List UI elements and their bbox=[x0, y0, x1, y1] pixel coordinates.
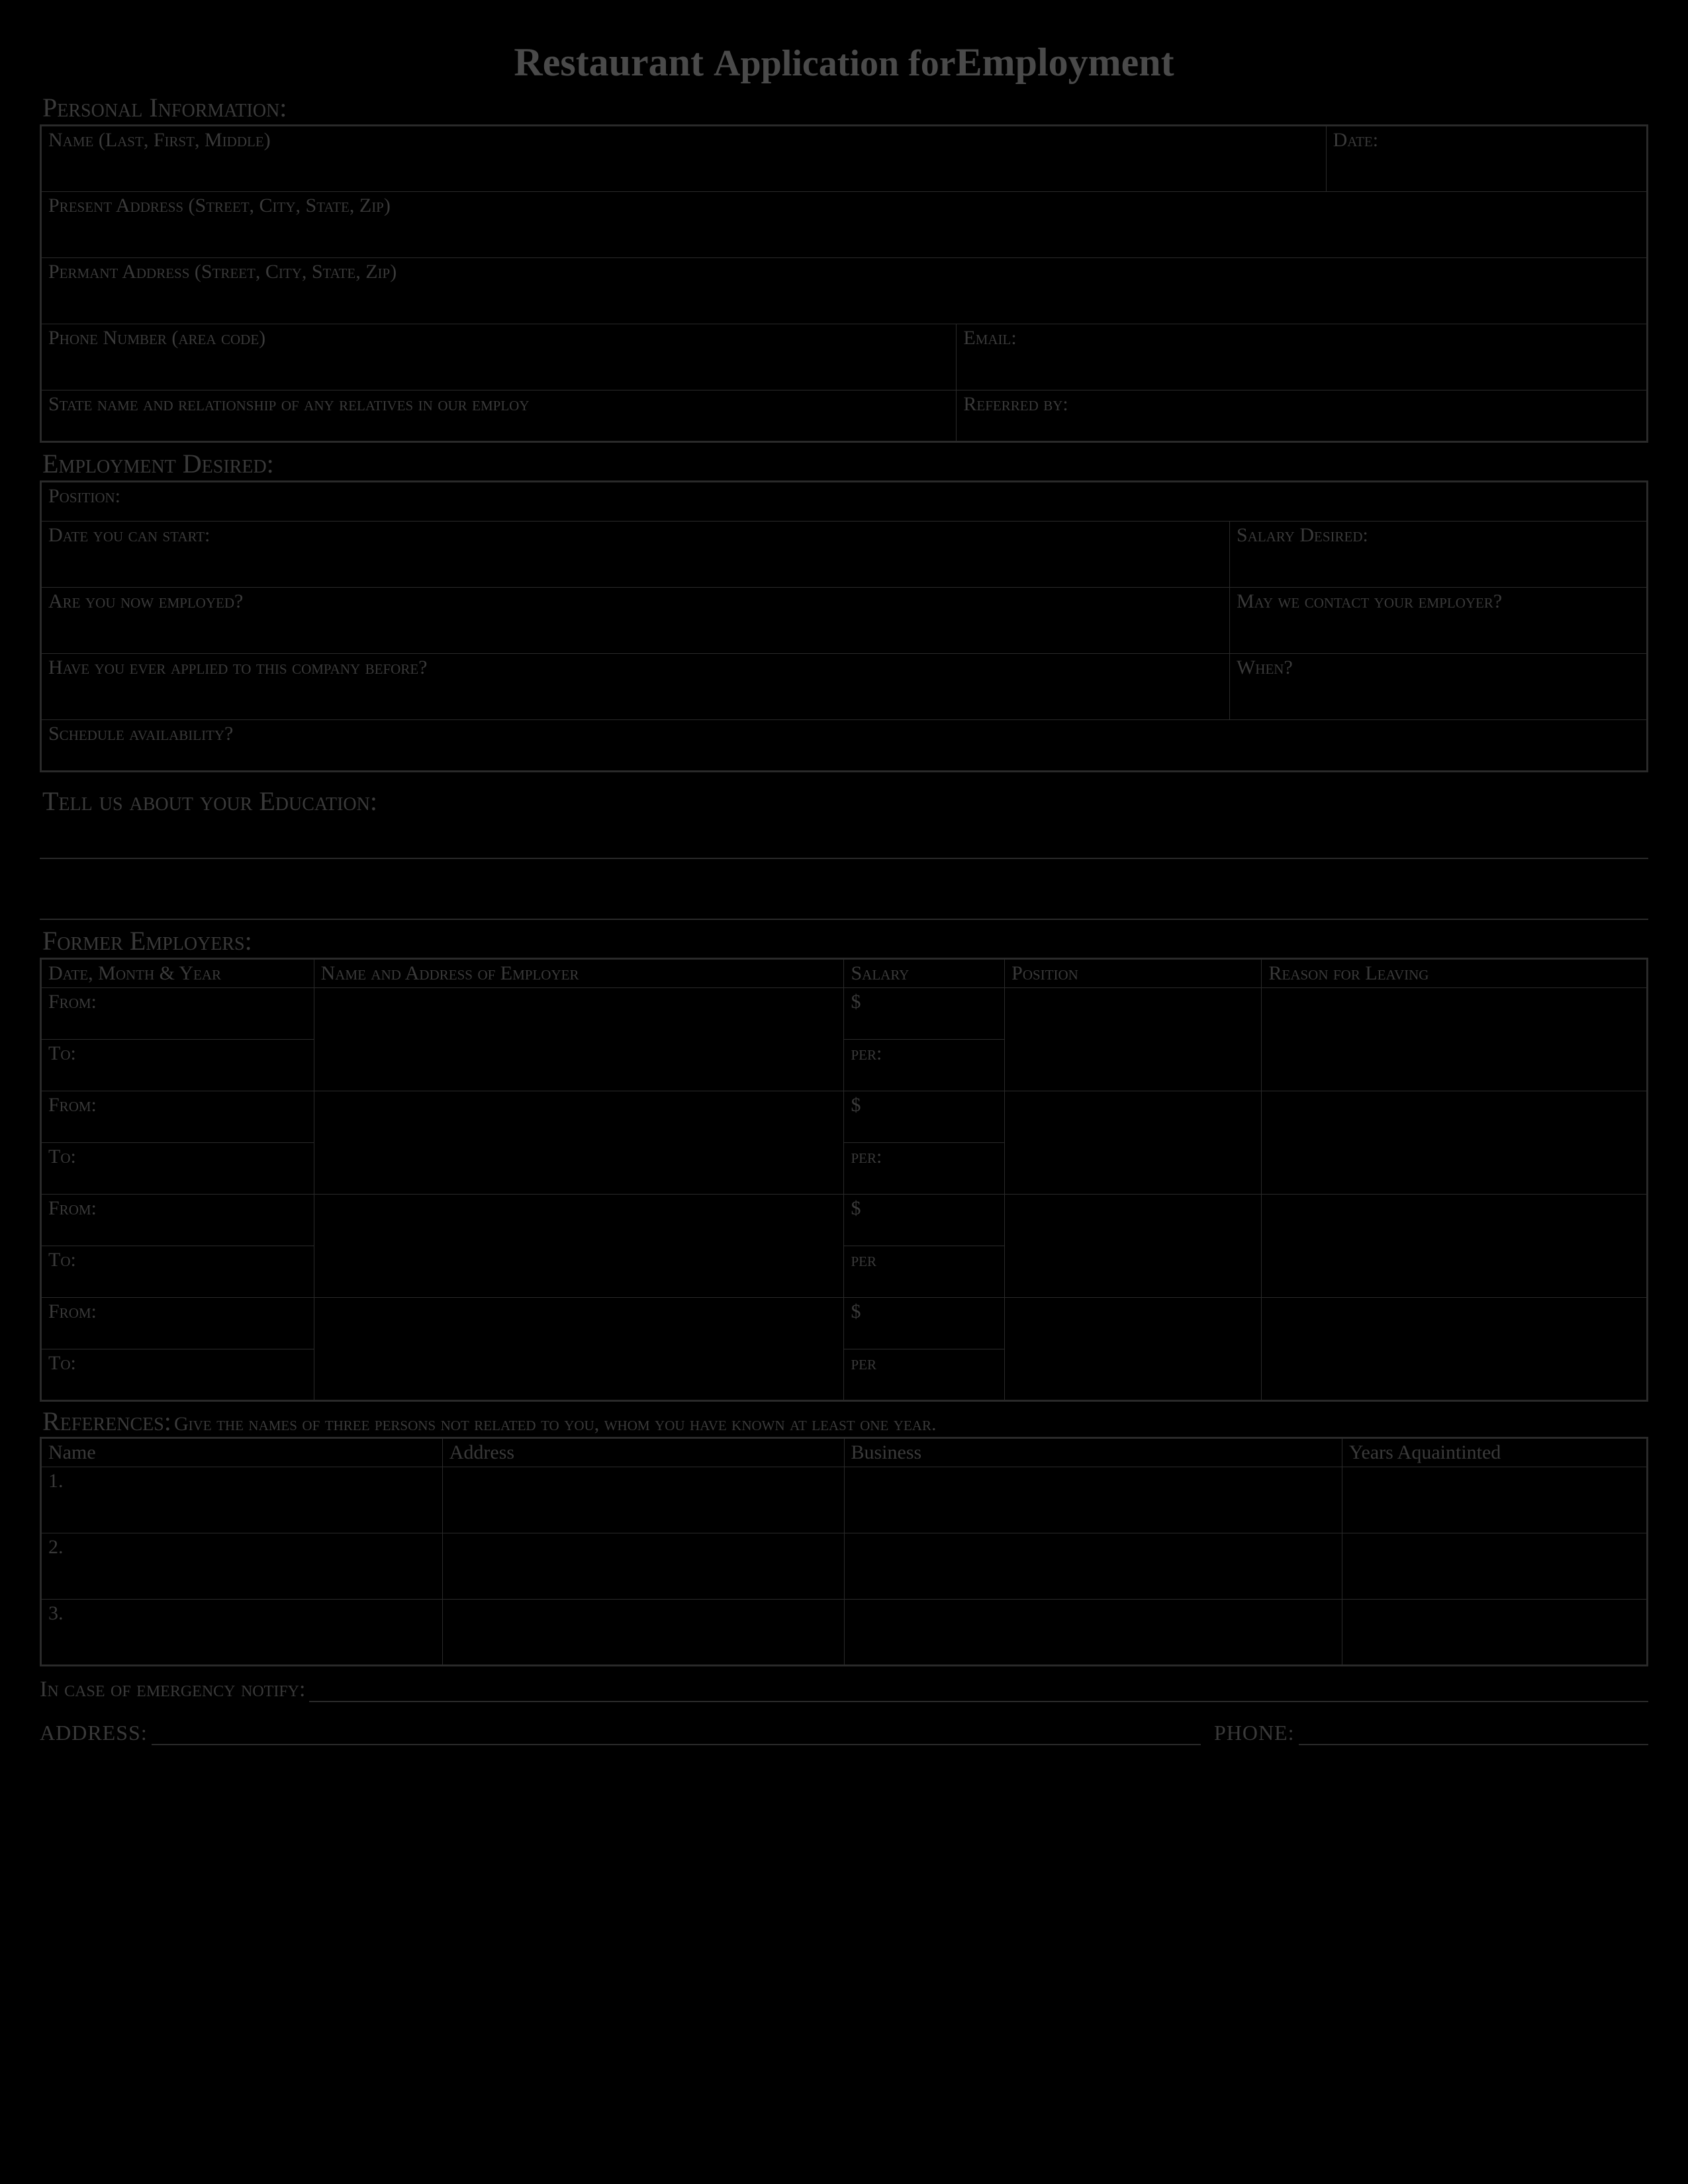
label-to: To: bbox=[41, 1349, 314, 1401]
label-when: When? bbox=[1237, 657, 1293, 678]
col-reason: Reason for Leaving bbox=[1262, 959, 1648, 988]
label-email: Email: bbox=[963, 327, 1016, 349]
label-dollar: $ bbox=[844, 988, 1005, 1040]
section-personal-header: Personal Information: bbox=[40, 92, 1648, 123]
col-ref-name: Name bbox=[41, 1438, 443, 1467]
label-from: From: bbox=[41, 1195, 314, 1246]
personal-info-table: Name (Last, First, Middle) Date: Present… bbox=[40, 124, 1648, 443]
phone-line[interactable] bbox=[1299, 1727, 1648, 1745]
label-from: From: bbox=[41, 1298, 314, 1349]
address-line[interactable] bbox=[152, 1727, 1201, 1745]
label-relatives: State name and relationship of any relat… bbox=[48, 393, 530, 415]
label-start-date: Date you can start: bbox=[48, 524, 210, 546]
section-employment-header: Employment Desired: bbox=[40, 448, 1648, 479]
label-dollar: $ bbox=[844, 1298, 1005, 1349]
title-part2: Application for bbox=[714, 43, 956, 84]
label-per: per bbox=[844, 1246, 1005, 1298]
label-to: To: bbox=[41, 1040, 314, 1091]
label-per: per bbox=[844, 1349, 1005, 1401]
label-name: Name (Last, First, Middle) bbox=[48, 129, 271, 151]
label-now-employed: Are you now employed? bbox=[48, 590, 243, 612]
col-employer: Name and Address of Employer bbox=[314, 959, 844, 988]
label-date: Date: bbox=[1333, 129, 1379, 151]
references-table: Name Address Business Years Aquaintinted… bbox=[40, 1437, 1648, 1666]
title-part1: Restaurant bbox=[514, 40, 714, 84]
ref-row-2: 2. bbox=[41, 1533, 443, 1600]
label-from: From: bbox=[41, 988, 314, 1040]
emergency-line[interactable] bbox=[309, 1682, 1648, 1702]
references-subtext: Give the names of three persons not rela… bbox=[174, 1413, 937, 1435]
title-part3: Employment bbox=[956, 40, 1174, 84]
col-ref-address: Address bbox=[442, 1438, 844, 1467]
label-referred: Referred by: bbox=[963, 393, 1068, 415]
label-to: To: bbox=[41, 1143, 314, 1195]
references-title: References: bbox=[40, 1406, 171, 1436]
label-permanent-address: Permant Address (Street, City, State, Zi… bbox=[48, 261, 397, 283]
label-contact-employer: May we contact your employer? bbox=[1237, 590, 1502, 612]
section-references-header: References: Give the names of three pers… bbox=[40, 1406, 1648, 1437]
address-phone-row: ADDRESS: PHONE: bbox=[40, 1721, 1648, 1745]
section-education-header: Tell us about your Education: bbox=[40, 786, 1648, 817]
emergency-notify-row: In case of emergency notify: bbox=[40, 1677, 1648, 1702]
col-ref-business: Business bbox=[844, 1438, 1342, 1467]
label-per: per: bbox=[844, 1040, 1005, 1091]
section-former-header: Former Employers: bbox=[40, 925, 1648, 956]
label-present-address: Present Address (Street, City, State, Zi… bbox=[48, 195, 391, 216]
label-schedule: Schedule availability? bbox=[48, 723, 233, 745]
label-to: To: bbox=[41, 1246, 314, 1298]
ref-row-3: 3. bbox=[41, 1600, 443, 1666]
label-per: per: bbox=[844, 1143, 1005, 1195]
former-employers-table: Date, Month & Year Name and Address of E… bbox=[40, 958, 1648, 1402]
col-salary: Salary bbox=[844, 959, 1005, 988]
col-date: Date, Month & Year bbox=[41, 959, 314, 988]
label-emergency: In case of emergency notify: bbox=[40, 1677, 305, 1702]
label-position: Position: bbox=[48, 485, 120, 507]
label-address: ADDRESS: bbox=[40, 1721, 148, 1745]
label-from: From: bbox=[41, 1091, 314, 1143]
page-title: Restaurant Application forEmployment bbox=[40, 40, 1648, 85]
education-line-2 bbox=[40, 919, 1648, 920]
label-salary-desired: Salary Desired: bbox=[1237, 524, 1368, 546]
label-dollar: $ bbox=[844, 1195, 1005, 1246]
label-phone: Phone Number (area code) bbox=[48, 327, 265, 349]
employment-desired-table: Position: Date you can start: Salary Des… bbox=[40, 480, 1648, 772]
col-position: Position bbox=[1005, 959, 1262, 988]
ref-row-1: 1. bbox=[41, 1467, 443, 1533]
label-applied-before: Have you ever applied to this company be… bbox=[48, 657, 427, 678]
col-ref-years: Years Aquaintinted bbox=[1342, 1438, 1647, 1467]
label-phone-bottom: PHONE: bbox=[1214, 1721, 1295, 1745]
label-dollar: $ bbox=[844, 1091, 1005, 1143]
